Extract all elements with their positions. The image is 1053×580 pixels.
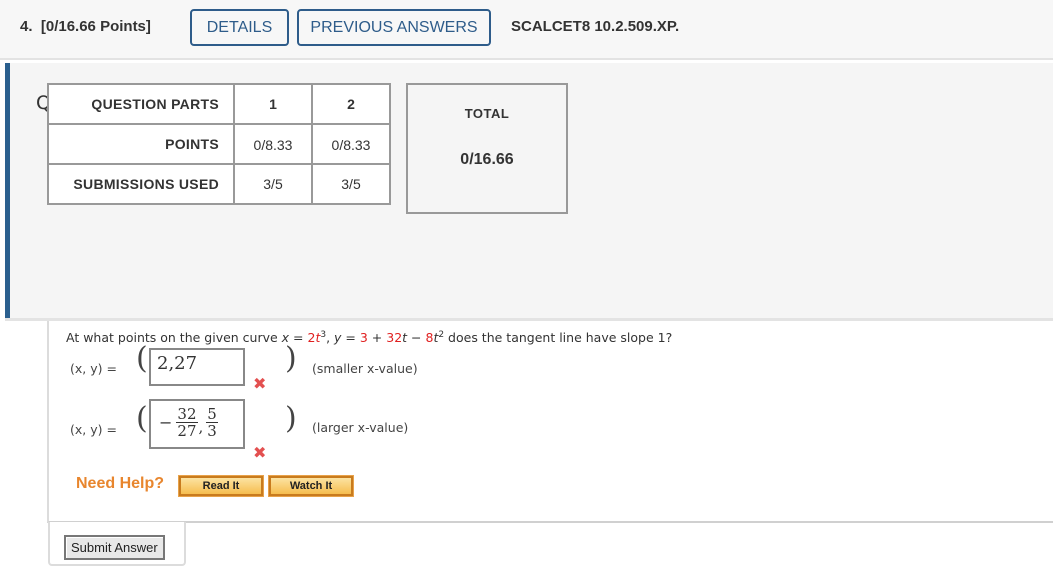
total-label: TOTAL — [464, 106, 510, 121]
part-2-points: 0/8.33 — [311, 123, 391, 165]
table-row: POINTS 0/8.33 0/8.33 — [47, 123, 391, 165]
answer-2-hint: (larger x-value) — [312, 420, 409, 435]
total-box: TOTAL 0/16.66 — [406, 83, 568, 214]
answer-2-value: −32 27, 5 3 — [159, 405, 218, 440]
details-button[interactable]: DETAILS — [190, 9, 289, 46]
open-paren: ( — [136, 401, 148, 436]
answer-1-input[interactable]: 2,27 — [149, 348, 245, 386]
previous-answers-button[interactable]: PREVIOUS ANSWERS — [297, 9, 491, 46]
read-it-button[interactable]: Read It — [178, 475, 264, 497]
answer-1-label: (x, y) = — [70, 361, 117, 376]
table-row: SUBMISSIONS USED 3/5 3/5 — [47, 163, 391, 205]
panel-accent-bar — [5, 63, 10, 318]
question-points: [0/16.66 Points] — [40, 18, 151, 35]
question-text: At what points on the given curve x = 2t… — [66, 330, 673, 346]
answer-1-hint: (smaller x-value) — [312, 361, 418, 376]
answer-1-value: 2,27 — [157, 353, 198, 374]
submit-answer-button[interactable]: Submit Answer — [64, 535, 165, 560]
question-id: SCALCET8 10.2.509.XP. — [511, 18, 680, 35]
part-1-submissions: 3/5 — [233, 163, 313, 205]
need-help-label: Need Help? — [76, 475, 165, 492]
part-1-points: 0/8.33 — [233, 123, 313, 165]
part-2-submissions: 3/5 — [311, 163, 391, 205]
part-1-header: 1 — [233, 83, 313, 125]
question-parts-table: QUESTION PARTS 1 2 POINTS 0/8.33 0/8.33 … — [47, 83, 391, 205]
question-header: 4. [0/16.66 Points] DETAILS PREVIOUS ANS… — [0, 0, 1053, 60]
row-label-parts: QUESTION PARTS — [47, 83, 235, 125]
answer-2-input[interactable]: −32 27, 5 3 — [149, 399, 245, 449]
total-value: 0/16.66 — [460, 151, 514, 168]
open-paren: ( — [136, 341, 148, 376]
close-paren: ) — [285, 341, 297, 376]
row-label-points: POINTS — [47, 123, 235, 165]
incorrect-icon: ✖ — [253, 443, 267, 462]
answer-2-label: (x, y) = — [70, 422, 117, 437]
incorrect-icon: ✖ — [253, 374, 267, 393]
close-paren: ) — [285, 401, 297, 436]
question-area: At what points on the given curve x = 2t… — [47, 321, 1053, 523]
table-row: QUESTION PARTS 1 2 — [47, 83, 391, 125]
submit-area: Submit Answer — [48, 522, 186, 566]
row-label-submissions: SUBMISSIONS USED — [47, 163, 235, 205]
watch-it-button[interactable]: Watch It — [268, 475, 354, 497]
question-number: 4. [0/16.66 Points] — [20, 18, 151, 35]
part-2-header: 2 — [311, 83, 391, 125]
